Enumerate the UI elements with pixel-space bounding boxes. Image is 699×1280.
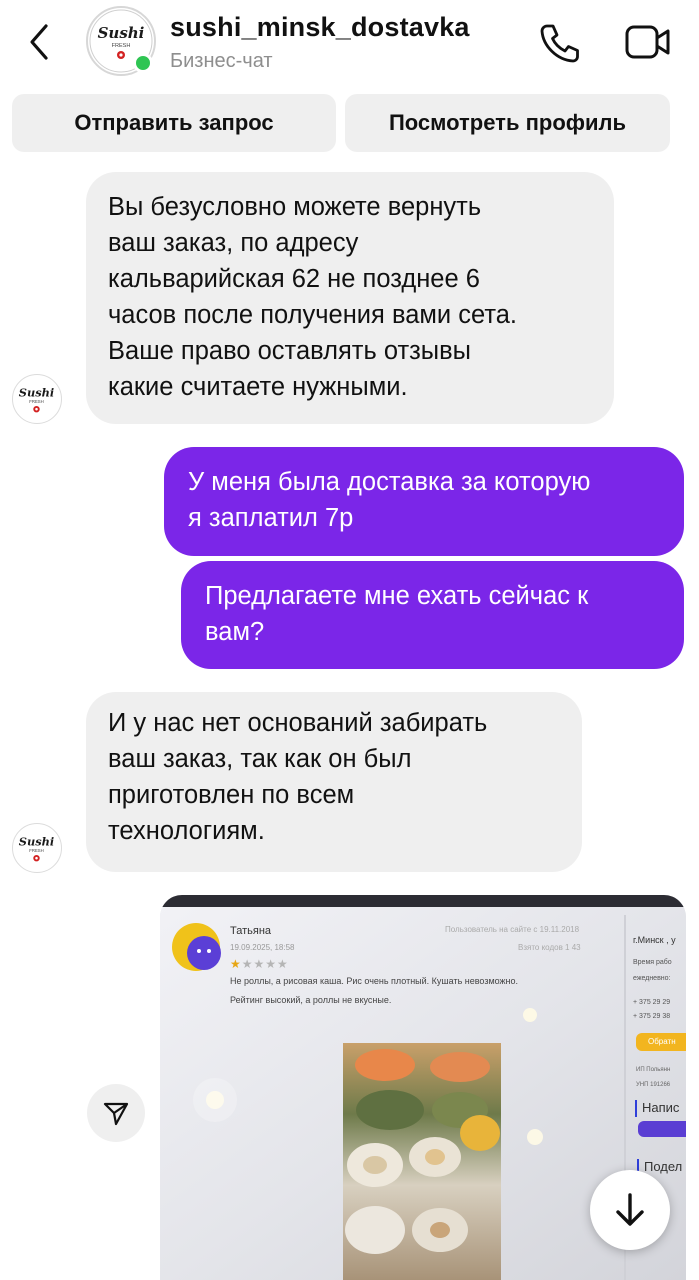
sushi-logo-icon: Sushi FRESH	[14, 825, 59, 870]
message-line: ваш заказ, по адресу	[108, 229, 359, 257]
user-since: Пользователь на сайте с 19.11.2018	[445, 925, 580, 934]
side-write: Напис	[642, 1100, 680, 1115]
svg-text:Sushi: Sushi	[19, 385, 54, 399]
message-line: И у нас нет оснований забирать	[108, 709, 488, 737]
message-line: ваш заказ, так как он был	[108, 745, 412, 773]
sender-avatar[interactable]: Sushi FRESH	[12, 823, 62, 873]
sender-avatar[interactable]: Sushi FRESH	[12, 374, 62, 424]
chat-username[interactable]: sushi_minsk_dostavka	[170, 12, 470, 43]
message-line: Вы безусловно можете вернуть	[108, 193, 482, 221]
review-text-line: Рейтинг высокий, а роллы не вкусные.	[230, 995, 392, 1005]
outgoing-message[interactable]: У меня была доставка за которую я заплат…	[164, 447, 684, 556]
review-date: 19.09.2025, 18:58	[230, 943, 295, 952]
message-line: кальварийская 62 не позднее 6	[108, 265, 480, 293]
review-text-line: Не роллы, а рисовая каша. Рис очень плот…	[230, 976, 519, 986]
incoming-message[interactable]: Вы безусловно можете вернуть ваш заказ, …	[86, 172, 614, 424]
message-line: приготовлен по всем	[108, 781, 355, 809]
outgoing-message[interactable]: Предлагаете мне ехать сейчас к вам?	[181, 561, 684, 669]
phone-icon	[540, 24, 579, 63]
side-ip: ИП Польянн	[636, 1067, 671, 1073]
message-line: Предлагаете мне ехать сейчас к	[205, 582, 589, 610]
svg-text:FRESH: FRESH	[29, 848, 43, 853]
visit-count: 1	[565, 943, 570, 952]
back-arrow-icon	[30, 24, 48, 60]
sushi-logo-icon: Sushi FRESH	[14, 376, 59, 421]
side-unp: УНП 191266	[636, 1082, 671, 1088]
side-daily: ежедневно:	[633, 975, 671, 982]
svg-text:FRESH: FRESH	[112, 43, 131, 49]
send-request-button[interactable]: Отправить запрос	[12, 94, 336, 152]
side-city: г.Минск , у	[633, 935, 676, 945]
view-profile-button[interactable]: Посмотреть профиль	[345, 94, 670, 152]
side-hours: Время рабо	[633, 959, 672, 966]
incoming-message[interactable]: И у нас нет оснований забирать ваш заказ…	[86, 692, 582, 872]
svg-text:FRESH: FRESH	[29, 399, 43, 404]
chat-subtitle: Бизнес-чат	[170, 50, 273, 72]
svg-text:Sushi: Sushi	[19, 834, 54, 848]
side-feedback: Обратн	[648, 1037, 676, 1046]
message-line: Ваше право оставлять отзывы	[108, 337, 472, 365]
side-phone: + 375 29 29	[633, 999, 671, 1006]
share-button[interactable]	[87, 1084, 145, 1142]
online-status-dot	[133, 53, 153, 73]
message-line: вам?	[205, 618, 265, 646]
svg-text:Sushi: Sushi	[98, 24, 145, 42]
send-paper-plane-icon	[103, 1102, 129, 1126]
visit-label: Взято кодов 1 43	[518, 943, 581, 952]
video-call-icon	[625, 25, 670, 59]
arrow-down-icon	[616, 1193, 644, 1226]
voice-call-button[interactable]	[538, 22, 582, 64]
video-call-button[interactable]	[624, 22, 672, 62]
message-line: часов после получения вами сета.	[108, 301, 517, 329]
review-stars: ★★★★★	[230, 957, 289, 971]
back-button[interactable]	[22, 22, 58, 62]
message-line: У меня была доставка за которую	[188, 468, 591, 496]
message-line: какие считаете нужными.	[108, 373, 408, 401]
side-share: Подел	[644, 1159, 683, 1174]
reviewer-name: Татьяна	[230, 925, 272, 937]
visit-code: Взято кодов	[518, 943, 563, 952]
side-phone: + 375 29 38	[633, 1013, 671, 1020]
message-line: технологиям.	[108, 817, 265, 845]
message-line: я заплатил 7р	[188, 504, 354, 532]
visit-total: 43	[571, 943, 581, 952]
scroll-to-bottom-button[interactable]	[590, 1170, 670, 1250]
